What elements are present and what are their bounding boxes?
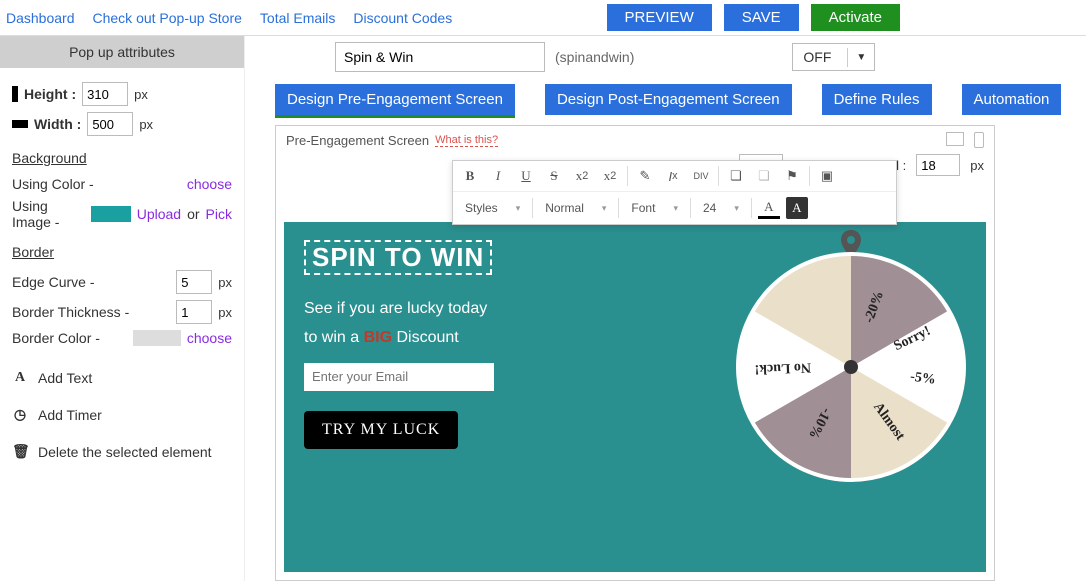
choose-border-color[interactable]: choose [187, 330, 232, 346]
popup-title[interactable]: SPIN TO WIN [304, 240, 492, 275]
add-text-label: Add Text [38, 370, 92, 386]
border-heading: Border [12, 244, 54, 260]
strike-icon[interactable]: S [543, 165, 565, 187]
wheel-hub [844, 360, 858, 374]
font-select[interactable]: Font▾ [625, 196, 684, 220]
or-text: or [187, 206, 199, 222]
status-toggle-value: OFF [793, 45, 847, 69]
underline-icon[interactable]: U [515, 165, 537, 187]
height-unit: px [134, 87, 148, 102]
delete-selected-label: Delete the selected element [38, 444, 212, 460]
sidebar: Pop up attributes Height : px Width : px… [0, 36, 245, 581]
height-label: Height : [24, 86, 76, 102]
rich-text-toolbar: B I U S x2 x2 ✎ Ix DIV ❏ ❏ ⚑ ▣ [452, 160, 897, 225]
tab-define-rules[interactable]: Define Rules [822, 84, 932, 115]
status-toggle[interactable]: OFF ▼ [792, 43, 875, 71]
edge-curve-input[interactable] [176, 270, 212, 294]
width-unit: px [139, 117, 153, 132]
wheel-seg-3: -5% [909, 369, 937, 388]
add-text-action[interactable]: A Add Text [0, 360, 244, 396]
border-thickness-input[interactable] [176, 300, 212, 324]
border-thickness-label: Border Thickness - [12, 304, 129, 320]
nav-total-emails[interactable]: Total Emails [260, 10, 335, 26]
edge-curve-label: Edge Curve - [12, 274, 94, 290]
what-is-this-link[interactable]: What is this? [435, 134, 498, 147]
div-icon[interactable]: DIV [690, 165, 712, 187]
sidebar-title: Pop up attributes [0, 36, 244, 68]
wheel-seg-6: No Luck! [754, 358, 811, 376]
flag-icon[interactable]: ⚑ [781, 165, 803, 187]
subscript-icon[interactable]: x2 [571, 165, 593, 187]
wheel-seg-2: Sorry! [892, 324, 934, 355]
image-icon[interactable]: ▣ [816, 165, 838, 187]
unlink-icon[interactable]: ❏ [753, 165, 775, 187]
editor-heading: Pre-Engagement Screen [286, 133, 429, 148]
chevron-down-icon: ▼ [847, 48, 874, 67]
styles-select[interactable]: Styles▾ [459, 196, 526, 220]
email-input[interactable] [304, 363, 494, 391]
bg-color-icon[interactable]: A [786, 197, 808, 219]
activate-button[interactable]: Activate [811, 4, 900, 31]
wheel-seg-5: -10% [804, 405, 833, 441]
text-icon: A [12, 370, 28, 386]
add-timer-action[interactable]: ◷ Add Timer [0, 396, 244, 433]
save-button[interactable]: SAVE [724, 4, 799, 31]
height-input[interactable] [82, 82, 128, 106]
add-timer-label: Add Timer [38, 407, 102, 423]
mobile-icon[interactable] [974, 132, 984, 148]
fontsize-select[interactable]: 24▾ [697, 196, 745, 220]
wheel-seg-1: -20% [862, 289, 888, 325]
wheel-disc: -20% Sorry! -5% Almost -10% No Luck! [736, 252, 966, 482]
width-label: Width : [34, 116, 81, 132]
superscript-icon[interactable]: x2 [599, 165, 621, 187]
font-size-unit: px [970, 158, 984, 173]
brush-icon[interactable]: ✎ [634, 165, 656, 187]
nav-popup-store[interactable]: Check out Pop-up Store [93, 10, 242, 26]
link-icon[interactable]: ❏ [725, 165, 747, 187]
try-luck-button[interactable]: TRY MY LUCK [304, 411, 458, 449]
font-size-input[interactable] [916, 154, 960, 176]
tab-automation[interactable]: Automation [962, 84, 1062, 115]
using-color-label: Using Color - [12, 176, 94, 192]
wheel-seg-4: Almost [869, 400, 907, 444]
format-select[interactable]: Normal▾ [539, 196, 612, 220]
height-bar-icon [12, 86, 18, 102]
nav-discount-codes[interactable]: Discount Codes [353, 10, 452, 26]
tab-design-post[interactable]: Design Post-Engagement Screen [545, 84, 792, 115]
width-input[interactable] [87, 112, 133, 136]
main-pane: (spinandwin) OFF ▼ Design Pre-Engagement… [245, 36, 1086, 581]
using-image-label: Using Image - [12, 198, 85, 230]
delete-selected-action[interactable]: 🗑 Delete the selected element [0, 433, 244, 470]
bold-icon[interactable]: B [459, 165, 481, 187]
preview-button[interactable]: PREVIEW [607, 4, 712, 31]
text-color-icon[interactable]: A [758, 197, 780, 219]
popup-slug: (spinandwin) [555, 49, 634, 65]
nav-dashboard[interactable]: Dashboard [6, 10, 75, 26]
editor-wrap: Pre-Engagement Screen What is this? Whee… [275, 125, 995, 581]
tab-design-pre[interactable]: Design Pre-Engagement Screen [275, 84, 515, 115]
popup-name-input[interactable] [335, 42, 545, 72]
pick-bg-image[interactable]: Pick [206, 206, 232, 222]
popup-canvas[interactable]: SPIN TO WIN See if you are lucky today t… [284, 222, 986, 572]
border-thickness-unit: px [218, 305, 232, 320]
border-color-swatch[interactable] [133, 330, 181, 346]
background-heading: Background [12, 150, 87, 166]
upload-bg-image[interactable]: Upload [137, 206, 181, 222]
edge-curve-unit: px [218, 275, 232, 290]
trash-icon: 🗑 [12, 443, 28, 460]
border-color-label: Border Color - [12, 330, 100, 346]
italic-icon[interactable]: I [487, 165, 509, 187]
wheel[interactable]: -20% Sorry! -5% Almost -10% No Luck! [736, 252, 966, 482]
clock-icon: ◷ [12, 406, 28, 423]
clear-format-icon[interactable]: Ix [662, 165, 684, 187]
bg-image-swatch[interactable] [91, 206, 131, 222]
choose-bg-color[interactable]: choose [187, 176, 232, 192]
desktop-icon[interactable] [946, 132, 964, 146]
width-ruler-icon [12, 120, 28, 128]
